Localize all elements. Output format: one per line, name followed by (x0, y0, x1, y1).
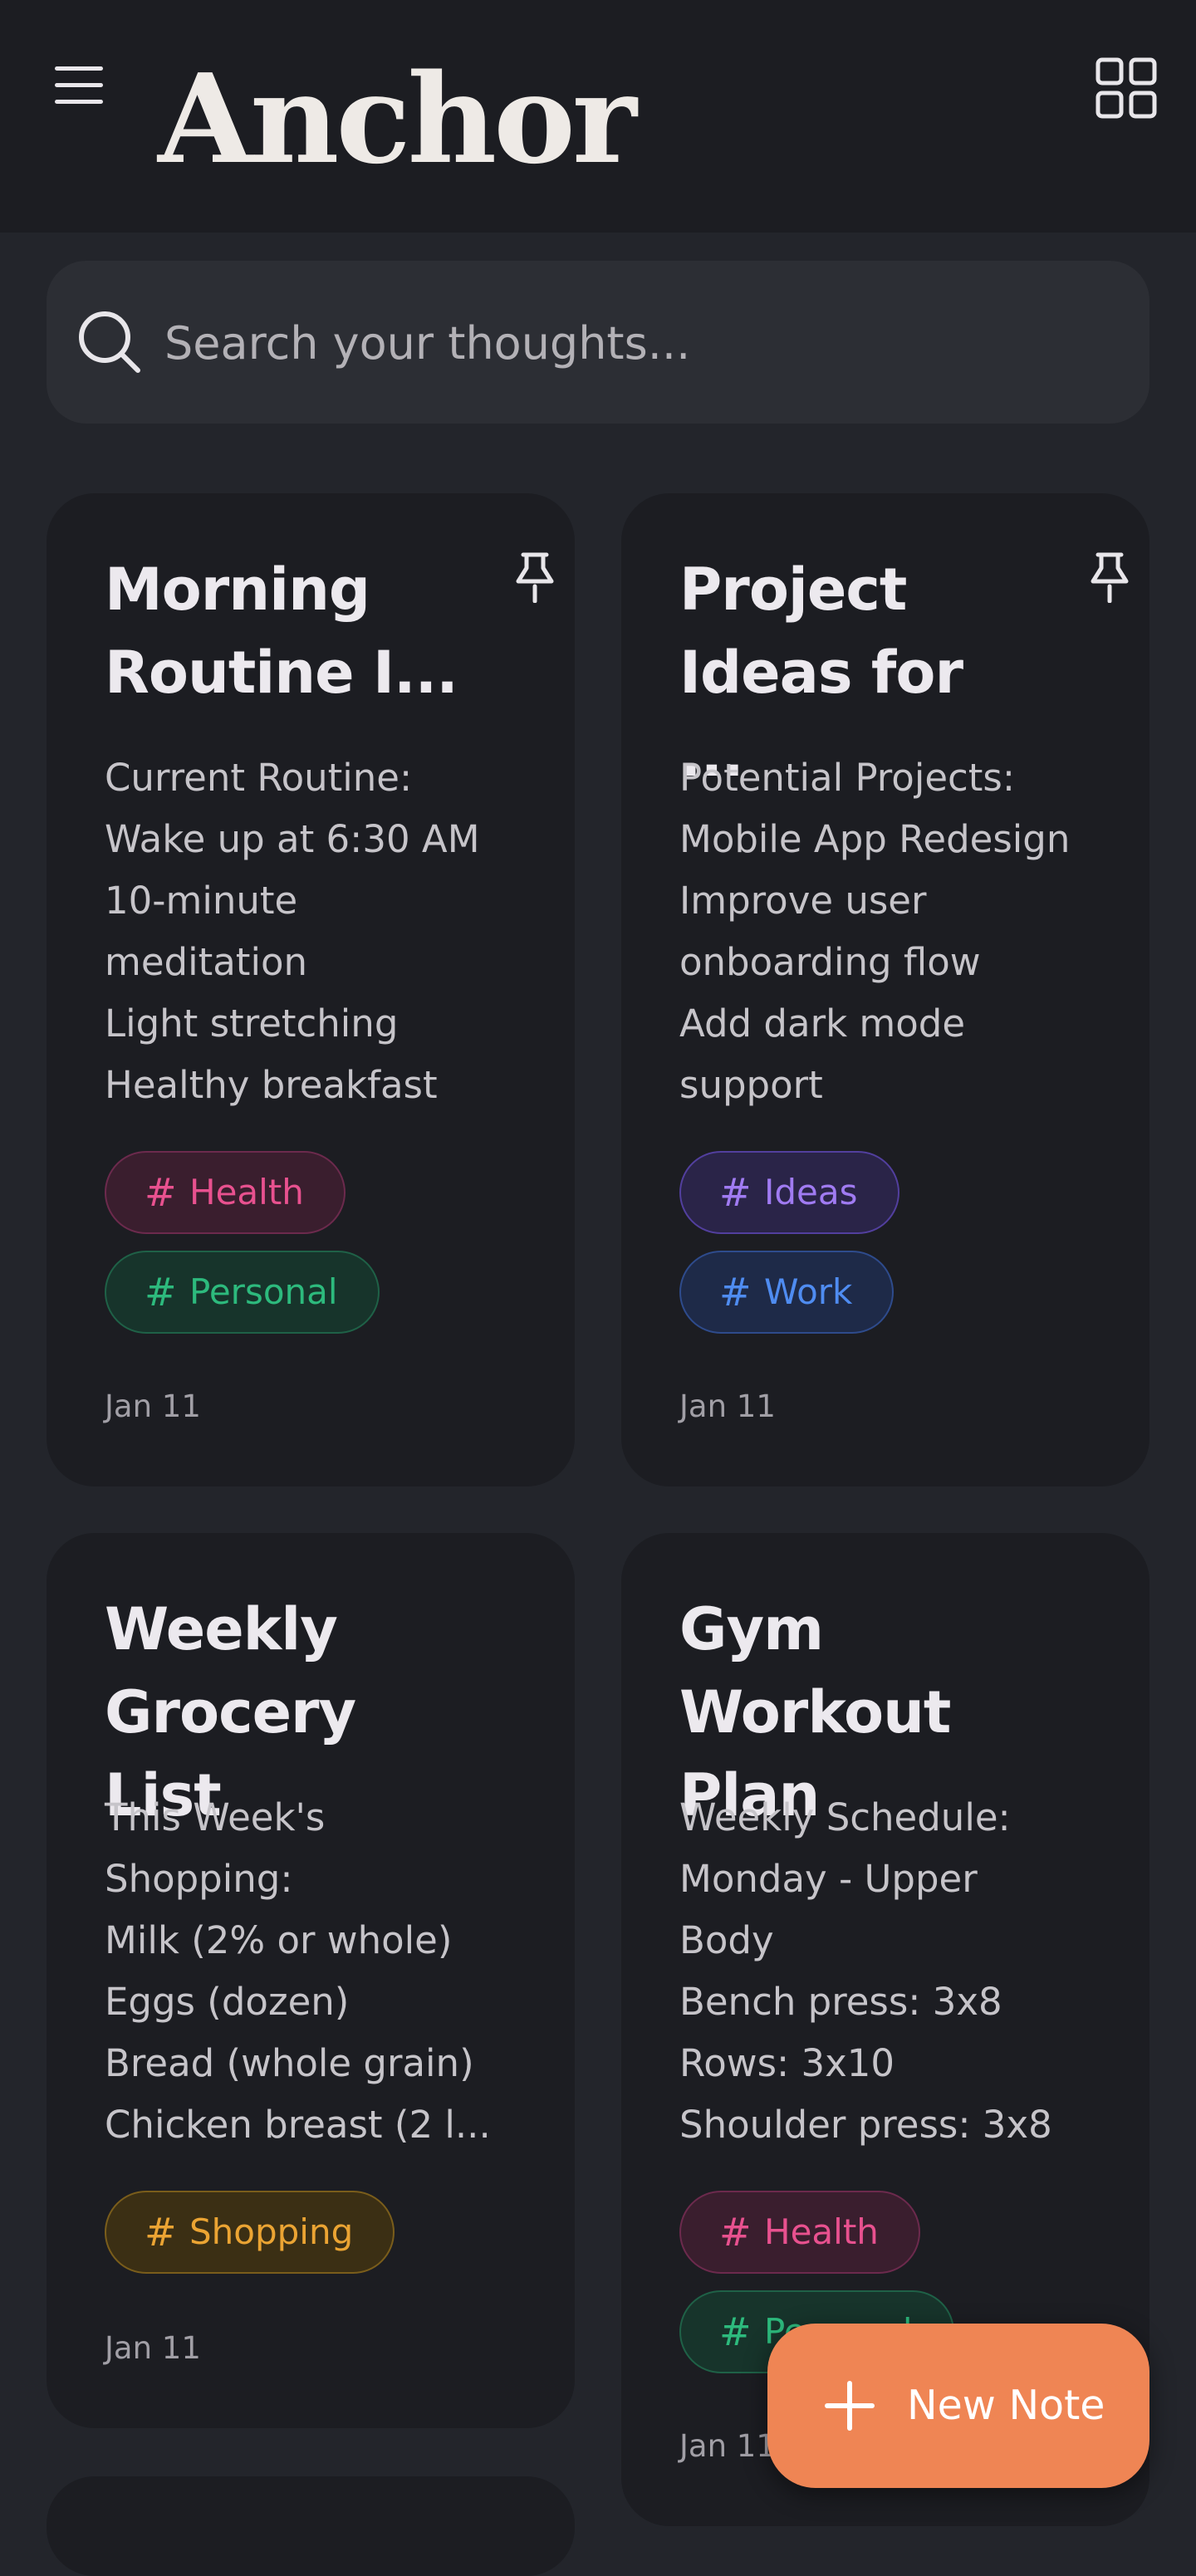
tag-chip[interactable]: # Health (105, 1151, 346, 1234)
app-title: Anchor (158, 47, 637, 191)
tag-label: Health (189, 1172, 304, 1212)
note-date: Jan 11 (679, 1388, 776, 1424)
tag-label: Shopping (189, 2211, 354, 2252)
note-date: Jan 11 (679, 2428, 776, 2464)
note-card-partial[interactable] (47, 2476, 575, 2576)
plus-icon (825, 2381, 875, 2431)
hash-icon: # (145, 1270, 177, 1315)
hash-icon: # (719, 1170, 752, 1215)
pin-icon[interactable] (510, 550, 560, 603)
tag-chip[interactable]: # Shopping (105, 2191, 395, 2274)
note-card[interactable]: Weekly Grocery List This Week's Shopping:… (47, 1533, 575, 2428)
search-icon (79, 311, 140, 373)
menu-icon-bar (55, 66, 103, 71)
note-preview: Potential Projects: Mobile App Redesign … (679, 756, 1071, 1107)
menu-icon-bar (55, 100, 103, 104)
hash-icon: # (719, 2309, 752, 2354)
tag-chip[interactable]: # Ideas (679, 1151, 899, 1234)
note-card[interactable]: Morning Routine I... Current Routine: Wak… (47, 493, 575, 1486)
note-preview: This Week's Shopping: Milk (2% or whole)… (105, 1795, 491, 2147)
menu-button[interactable] (50, 61, 110, 111)
grid-view-icon[interactable] (1095, 56, 1158, 120)
hash-icon: # (145, 1170, 177, 1215)
note-date: Jan 11 (105, 2330, 201, 2366)
hash-icon: # (145, 2210, 177, 2255)
note-date: Jan 11 (105, 1388, 201, 1424)
search-bar[interactable] (47, 261, 1149, 424)
app-header: Anchor (0, 0, 1196, 233)
note-title: Morning Routine I... (105, 556, 458, 707)
note-card[interactable]: Project Ideas for ... Potential Projects:… (621, 493, 1149, 1486)
tag-label: Ideas (764, 1172, 858, 1212)
hash-icon: # (719, 1270, 752, 1315)
new-note-button[interactable]: New Note (767, 2324, 1149, 2488)
tag-label: Personal (189, 1271, 338, 1312)
search-input[interactable] (163, 294, 1080, 392)
new-note-label: New Note (907, 2382, 1105, 2429)
note-preview: Weekly Schedule: Monday - Upper Body Ben… (679, 1795, 1052, 2147)
note-preview: Current Routine: Wake up at 6:30 AM 10-m… (105, 756, 480, 1107)
pin-icon[interactable] (1085, 550, 1135, 603)
tag-chip[interactable]: # Health (679, 2191, 920, 2274)
menu-icon-bar (55, 83, 103, 87)
tag-label: Work (764, 1271, 853, 1312)
tag-chip[interactable]: # Work (679, 1251, 895, 1334)
hash-icon: # (719, 2210, 752, 2255)
tag-chip[interactable]: # Personal (105, 1251, 380, 1334)
tag-label: Health (764, 2211, 879, 2252)
